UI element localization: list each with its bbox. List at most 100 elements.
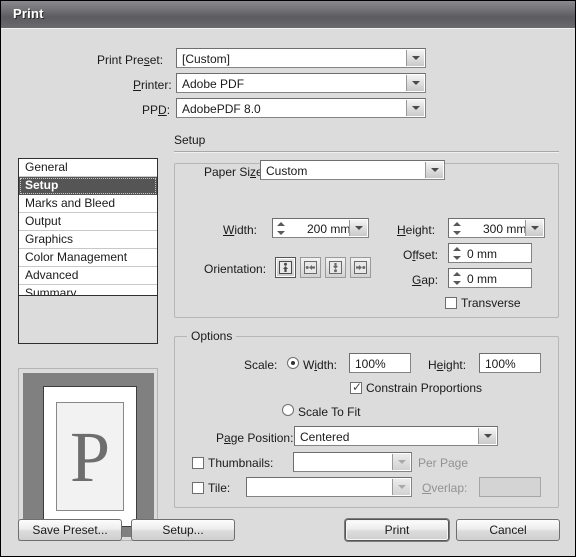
width-value: 200 mm xyxy=(307,222,351,236)
printer-chevron-icon[interactable] xyxy=(406,75,424,91)
sidebar-item-setup[interactable]: Setup xyxy=(19,177,157,195)
page-preview: P xyxy=(18,368,158,541)
preview-glyph: P xyxy=(69,416,111,497)
sidebar-item-label: Setup xyxy=(25,178,59,192)
sidebar-item-graphics[interactable]: Graphics xyxy=(19,231,157,249)
page-position-label: Page Position: xyxy=(216,431,294,445)
print-preset-combo[interactable]: [Custom] xyxy=(176,48,426,68)
paper-size-chevron-icon[interactable] xyxy=(425,162,443,178)
print-dialog: Print Print Preset: [Custom] Printer: Ad… xyxy=(0,0,576,557)
gap-stepper[interactable] xyxy=(451,271,463,286)
print-preset-value: [Custom] xyxy=(182,52,231,66)
preview-page-margin: P xyxy=(56,402,124,511)
ppd-combo[interactable]: AdobePDF 8.0 xyxy=(176,98,426,118)
panel-title-rule xyxy=(174,151,559,153)
printer-value: Adobe PDF xyxy=(182,77,245,91)
ppd-chevron-icon[interactable] xyxy=(406,100,424,116)
thumbnails-combo[interactable] xyxy=(293,452,412,472)
paper-size-combo[interactable]: Custom xyxy=(260,160,445,180)
sidebar-item-general[interactable]: General xyxy=(19,159,157,177)
height-chevron-icon[interactable] xyxy=(525,220,543,236)
paper-size-combo-wrap: Custom xyxy=(260,160,445,180)
page-position-value: Centered xyxy=(300,430,350,444)
tile-checkbox[interactable] xyxy=(192,482,204,494)
print-button[interactable]: Print xyxy=(345,519,449,541)
height-label: Height: xyxy=(397,223,436,237)
sidebar-item-advanced[interactable]: Advanced xyxy=(19,267,157,285)
thumbnails-chevron-icon[interactable] xyxy=(392,454,410,470)
transverse-label: Transverse xyxy=(461,296,521,310)
orientation-portrait-icon[interactable] xyxy=(275,257,296,278)
offset-field[interactable]: 0 mm xyxy=(448,243,532,263)
sidebar-item-color-management[interactable]: Color Management xyxy=(19,249,157,267)
constrain-proportions-label: Constrain Proportions xyxy=(366,381,483,395)
height-combo[interactable]: 300 mm xyxy=(448,218,545,238)
ppd-label: PPD: xyxy=(142,103,171,117)
gap-value: 0 mm xyxy=(467,272,497,286)
section-list[interactable]: General Setup Marks and Bleed Output Gra… xyxy=(18,158,158,344)
title-bar[interactable]: Print xyxy=(1,1,575,29)
transverse-checkbox[interactable] xyxy=(445,297,457,309)
thumbnails-per-page-label: Per Page xyxy=(418,456,469,470)
setup-group xyxy=(174,163,559,318)
section-list-filler xyxy=(19,295,157,343)
scale-label: Scale: xyxy=(244,358,278,372)
panel-title: Setup xyxy=(174,133,206,147)
paper-size-label: Paper Size: xyxy=(201,165,270,179)
sidebar-item-label: Color Management xyxy=(25,250,128,264)
scale-to-fit-radio[interactable] xyxy=(282,404,294,416)
tile-chevron-icon[interactable] xyxy=(392,479,410,495)
dialog-body: Print Preset: [Custom] Printer: Adobe PD… xyxy=(1,28,575,556)
orientation-reverse-landscape-icon[interactable] xyxy=(350,257,371,278)
sidebar-item-output[interactable]: Output xyxy=(19,213,157,231)
save-preset-button[interactable]: Save Preset... xyxy=(18,519,122,541)
orientation-label: Orientation: xyxy=(204,262,267,276)
tile-combo[interactable] xyxy=(246,477,412,497)
printer-label: Printer: xyxy=(133,78,172,92)
tile-overlap-field xyxy=(479,477,541,497)
sidebar-item-label: Output xyxy=(25,214,62,228)
scale-width-radio[interactable] xyxy=(287,357,299,369)
height-value: 300 mm xyxy=(483,222,527,236)
tile-label: Tile: xyxy=(208,481,231,495)
print-preset-chevron-icon[interactable] xyxy=(406,50,424,66)
scale-height-value: 100% xyxy=(485,357,516,371)
window-title: Print xyxy=(13,6,44,21)
constrain-proportions-checkbox[interactable]: ✓ xyxy=(350,381,362,394)
orientation-reverse-portrait-icon[interactable] xyxy=(325,257,346,278)
offset-label: Offset: xyxy=(403,248,439,262)
page-position-combo[interactable]: Centered xyxy=(294,426,498,446)
scale-to-fit-label: Scale To Fit xyxy=(298,405,361,419)
width-stepper[interactable] xyxy=(275,221,287,236)
sidebar-item-label: General xyxy=(25,160,68,174)
tile-overlap-label: Overlap: xyxy=(422,481,468,495)
gap-label: Gap: xyxy=(412,273,439,287)
paper-size-value: Custom xyxy=(266,164,308,178)
scale-width-value: 100% xyxy=(355,357,386,371)
sidebar-item-label: Marks and Bleed xyxy=(25,196,116,210)
cancel-button[interactable]: Cancel xyxy=(456,519,560,541)
options-legend: Options xyxy=(187,329,237,343)
sidebar-item-marks-and-bleed[interactable]: Marks and Bleed xyxy=(19,195,157,213)
printer-combo[interactable]: Adobe PDF xyxy=(176,73,426,93)
preview-page: P xyxy=(43,386,137,527)
height-stepper[interactable] xyxy=(451,221,463,236)
scale-width-label: Width: xyxy=(303,358,338,372)
orientation-landscape-icon[interactable] xyxy=(300,257,321,278)
page-position-chevron-icon[interactable] xyxy=(478,428,496,444)
sidebar-item-label: Graphics xyxy=(25,232,74,246)
thumbnails-label: Thumbnails: xyxy=(208,456,274,470)
gap-field[interactable]: 0 mm xyxy=(448,268,532,288)
offset-value: 0 mm xyxy=(467,247,497,261)
sidebar-item-label: Advanced xyxy=(25,268,79,282)
width-combo[interactable]: 200 mm xyxy=(272,218,369,238)
offset-stepper[interactable] xyxy=(451,246,463,261)
print-preset-label: Print Preset: xyxy=(97,53,164,67)
setup-button[interactable]: Setup... xyxy=(131,519,235,541)
scale-height-field[interactable]: 100% xyxy=(479,353,541,373)
width-chevron-icon[interactable] xyxy=(349,220,367,236)
scale-width-field[interactable]: 100% xyxy=(349,353,411,373)
scale-height-label: Height: xyxy=(428,358,467,372)
width-label: Width: xyxy=(223,223,258,237)
thumbnails-checkbox[interactable] xyxy=(192,457,204,469)
